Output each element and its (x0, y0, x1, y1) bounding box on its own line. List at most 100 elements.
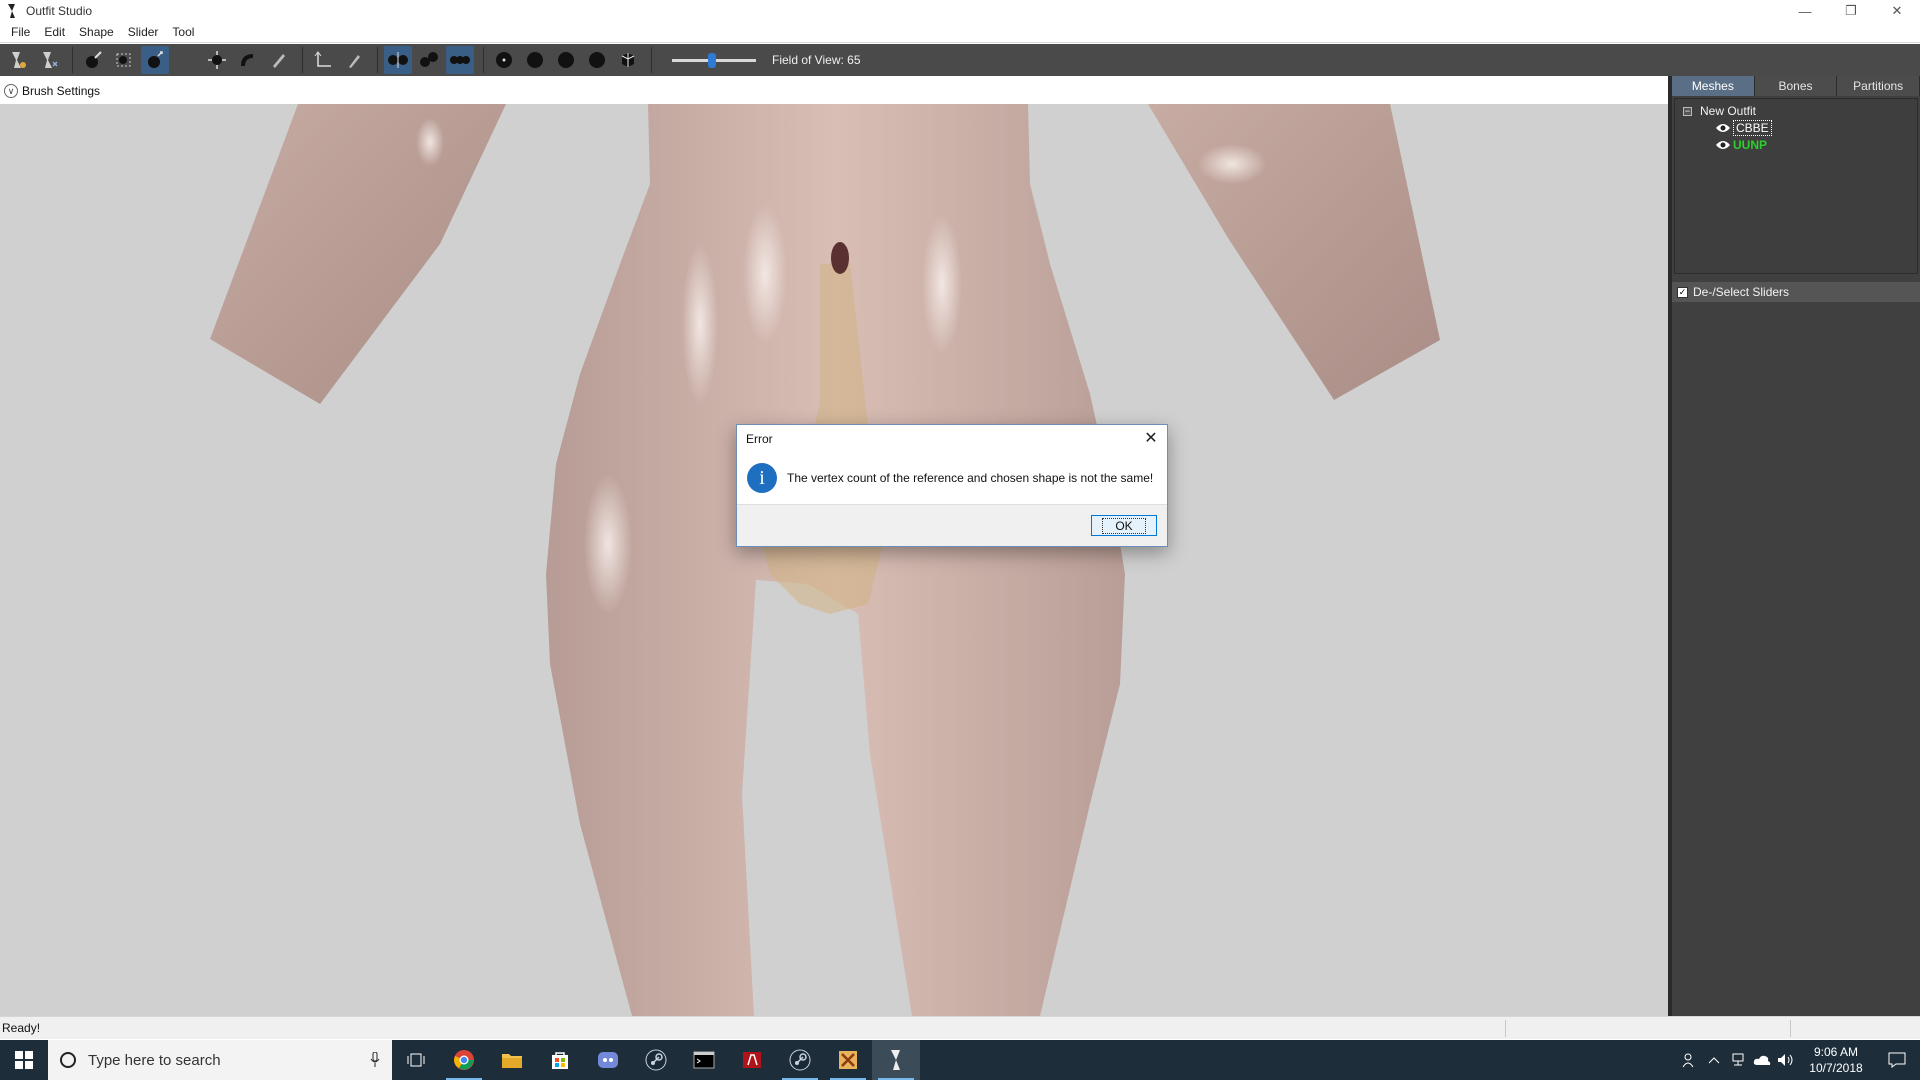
taskbar-app-red[interactable] (728, 1040, 776, 1080)
status-divider (1505, 1020, 1506, 1037)
select-sliders-checkbox[interactable]: ✓ (1677, 286, 1688, 298)
menu-tool[interactable]: Tool (165, 25, 201, 39)
toggle-mask-button[interactable] (583, 46, 611, 74)
onedrive-icon[interactable] (1750, 1040, 1774, 1080)
dialog-body: i The vertex count of the reference and … (737, 455, 1167, 501)
weight-brush-button[interactable] (265, 46, 293, 74)
mesh-tree: − New Outfit CBBE UUNP (1674, 98, 1918, 274)
fov-slider-thumb[interactable] (708, 53, 716, 68)
dialog-close-button[interactable]: ✕ (1143, 430, 1159, 447)
tree-root-row[interactable]: − New Outfit (1683, 103, 1756, 119)
action-center-button[interactable] (1874, 1040, 1920, 1080)
toggle-backface-button[interactable] (614, 46, 642, 74)
highlight (743, 204, 787, 344)
ok-button[interactable]: OK (1091, 515, 1157, 536)
move-brush-icon (208, 51, 226, 69)
dialog-message: The vertex count of the reference and ch… (787, 471, 1154, 485)
eye-icon[interactable] (1715, 122, 1731, 134)
toolbar: Field of View: 65 (0, 44, 1920, 76)
taskbar-app-outfit-studio[interactable] (872, 1040, 920, 1080)
minimize-button[interactable]: — (1782, 0, 1828, 22)
axis-icon (314, 51, 331, 67)
toolbar-separator (483, 47, 484, 73)
smooth-brush-icon (241, 54, 253, 66)
tab-bones[interactable]: Bones (1754, 76, 1838, 96)
show-wireframe-button[interactable] (490, 46, 518, 74)
dialog-title: Error (746, 432, 773, 446)
brush-settings-label: Brush Settings (22, 84, 101, 98)
taskbar-app-discord[interactable] (584, 1040, 632, 1080)
global-brush-button[interactable] (446, 46, 474, 74)
tree-shape-uunp[interactable]: UUNP (1715, 137, 1767, 153)
navel (831, 242, 849, 274)
system-tray: 9:06 AM 10/7/2018 (1678, 1040, 1920, 1080)
tree-shape-cbbe[interactable]: CBBE (1715, 120, 1772, 136)
start-button[interactable] (0, 1040, 48, 1080)
connected-icon (420, 52, 438, 67)
color-brush-button[interactable] (340, 46, 368, 74)
x-mirror-button[interactable] (384, 46, 412, 74)
smooth-brush-button[interactable] (234, 46, 262, 74)
menu-bar: File Edit Shape Slider Tool (0, 22, 1920, 43)
taskbar: Type here to search 9:06 AM 10/7/2018 (0, 1040, 1920, 1080)
wireframe-icon (496, 52, 512, 68)
taskbar-app-xedit[interactable] (824, 1040, 872, 1080)
taskbar-app-store[interactable] (536, 1040, 584, 1080)
volume-icon[interactable] (1774, 1040, 1798, 1080)
status-bar: Ready! (0, 1016, 1920, 1039)
select-tool-button[interactable] (4, 46, 32, 74)
select-icon (12, 52, 26, 68)
transform-tool-button[interactable] (35, 46, 63, 74)
select-region-button[interactable] (110, 46, 138, 74)
restore-button[interactable]: ❐ (1828, 0, 1874, 22)
menu-edit[interactable]: Edit (37, 25, 72, 39)
collapse-icon[interactable]: − (1683, 106, 1692, 116)
mask-brush-button[interactable] (79, 46, 107, 74)
show-hidden-icons-chevron-icon[interactable] (1702, 1040, 1726, 1080)
highlight (922, 214, 962, 354)
info-icon: i (747, 463, 777, 493)
window-controls: — ❐ ✕ (1782, 0, 1920, 22)
chevron-down-icon[interactable]: ∨ (4, 84, 18, 98)
brush-settings-header[interactable]: ∨ Brush Settings (0, 78, 1670, 104)
fov-slider[interactable] (672, 50, 756, 70)
store-icon (552, 1052, 568, 1069)
status-divider (1790, 1020, 1791, 1037)
axis-transform-button[interactable] (309, 46, 337, 74)
eye-icon[interactable] (1715, 139, 1731, 151)
task-view-icon (407, 1053, 425, 1067)
taskbar-app-chrome[interactable] (440, 1040, 488, 1080)
taskbar-app-terminal[interactable] (680, 1040, 728, 1080)
move-brush-button[interactable] (203, 46, 231, 74)
select-region-icon (116, 53, 131, 67)
status-text: Ready! (2, 1021, 41, 1035)
deflate-brush-button[interactable] (172, 46, 200, 74)
taskbar-clock[interactable]: 9:06 AM 10/7/2018 (1798, 1040, 1874, 1080)
tab-partitions[interactable]: Partitions (1837, 76, 1920, 96)
3d-viewport[interactable] (0, 104, 1670, 1016)
window-close-button[interactable]: ✕ (1874, 0, 1920, 22)
notification-icon (1888, 1052, 1906, 1068)
menu-file[interactable]: File (4, 25, 37, 39)
red-app-icon (743, 1052, 761, 1068)
menu-slider[interactable]: Slider (121, 25, 166, 39)
microphone-icon[interactable] (370, 1052, 380, 1068)
network-icon[interactable] (1726, 1040, 1750, 1080)
fov-label: Field of View: 65 (772, 53, 861, 67)
toggle-lighting-button[interactable] (521, 46, 549, 74)
toolbar-separator (72, 47, 73, 73)
toggle-textures-button[interactable] (552, 46, 580, 74)
taskbar-app-file-explorer[interactable] (488, 1040, 536, 1080)
mask-brush-icon (86, 51, 102, 68)
menu-shape[interactable]: Shape (72, 25, 121, 39)
chrome-icon (454, 1050, 474, 1070)
people-icon[interactable] (1678, 1040, 1702, 1080)
tab-meshes[interactable]: Meshes (1672, 76, 1755, 96)
task-view-button[interactable] (392, 1040, 440, 1080)
inflate-brush-button[interactable] (141, 46, 169, 74)
taskbar-search-box[interactable]: Type here to search (48, 1040, 392, 1080)
highlight (416, 118, 444, 166)
connected-only-button[interactable] (415, 46, 443, 74)
taskbar-app-steam-2[interactable] (776, 1040, 824, 1080)
taskbar-app-steam[interactable] (632, 1040, 680, 1080)
